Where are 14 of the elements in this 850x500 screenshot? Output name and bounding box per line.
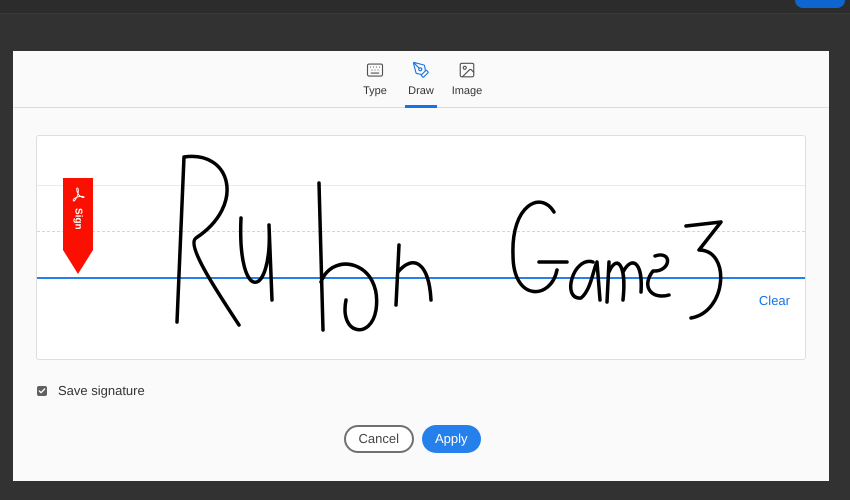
cancel-button[interactable]: Cancel	[344, 424, 414, 452]
save-signature-checkbox[interactable]	[37, 386, 47, 396]
image-icon	[458, 61, 476, 79]
save-signature-label: Save signature	[58, 382, 145, 400]
tab[interactable]: Draw	[405, 61, 437, 108]
acrobat-logo-icon	[70, 186, 86, 202]
tab[interactable]: Type	[359, 61, 391, 108]
clear-link[interactable]: Clear	[758, 291, 790, 310]
sign-label: Sign	[72, 208, 84, 230]
apply-button[interactable]: Apply	[422, 424, 480, 452]
toolbar-button[interactable]	[795, 0, 845, 8]
keyboard-icon	[366, 61, 384, 79]
pen-icon	[412, 61, 430, 79]
tab[interactable]: Image	[451, 61, 483, 108]
